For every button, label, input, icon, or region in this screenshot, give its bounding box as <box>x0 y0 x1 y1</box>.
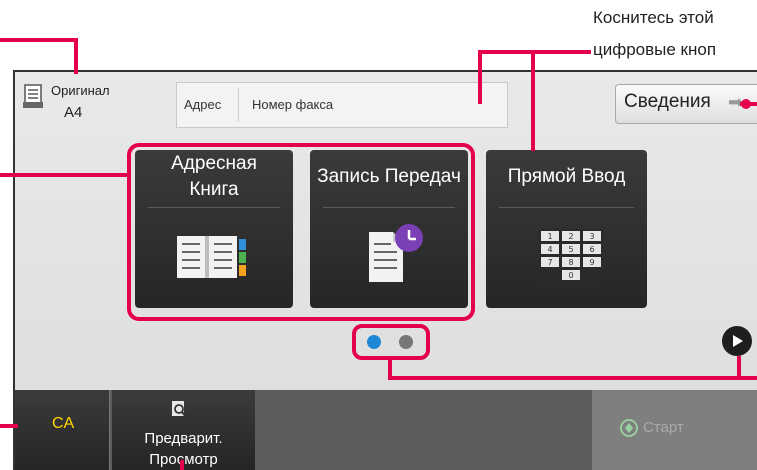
start-button-label: Старт <box>643 419 684 436</box>
address-box[interactable] <box>176 82 508 128</box>
callout-line <box>737 356 741 380</box>
keypad-digit: 1 <box>547 232 552 241</box>
play-arrow-icon <box>733 335 743 347</box>
preview-label-line-1: Предварит. <box>144 430 223 447</box>
callout-text-line-2: цифровые кноп <box>593 40 717 59</box>
original-size-value[interactable]: A4 <box>64 104 82 121</box>
keypad-digit: 0 <box>568 271 573 280</box>
preview-magnifier-icon <box>172 401 187 418</box>
keypad-digit: 2 <box>568 232 573 241</box>
keypad-digit: 3 <box>589 232 594 241</box>
keypad-digit: 9 <box>589 258 594 267</box>
details-button-label: Сведения <box>624 91 711 112</box>
callout-line <box>74 38 78 74</box>
callout-line <box>180 460 184 470</box>
ca-button-label: CA <box>52 415 75 432</box>
page-dot-active[interactable] <box>367 335 381 349</box>
page-dot-inactive[interactable] <box>399 335 413 349</box>
callout-line <box>0 424 18 428</box>
keypad-digit: 6 <box>589 245 594 254</box>
callout-line <box>531 50 535 151</box>
start-icon <box>620 419 638 437</box>
original-label: Оригинал <box>51 83 110 98</box>
direct-entry-title: Прямой Ввод <box>507 166 626 187</box>
address-label: Адрес <box>184 97 222 112</box>
callout-line <box>478 50 482 104</box>
keypad-digit: 7 <box>547 258 552 267</box>
callout-endpoint <box>741 99 751 109</box>
fax-number-field[interactable]: Номер факса <box>252 97 333 112</box>
page-indicator-highlight <box>352 324 430 360</box>
keypad-icon: 1 2 3 4 5 6 7 8 9 0 <box>539 229 603 283</box>
callout-line <box>388 376 757 380</box>
keypad-digit: 4 <box>547 245 552 254</box>
shortcut-group-highlight <box>127 143 475 321</box>
keypad-digit: 5 <box>568 245 573 254</box>
callout-line <box>0 38 78 42</box>
callout-text-line-1: Коснитесь этой <box>593 8 714 27</box>
address-divider <box>238 88 239 122</box>
tile-divider <box>499 207 634 208</box>
original-document-icon <box>23 84 43 108</box>
keypad-digit: 8 <box>568 258 573 267</box>
callout-line <box>531 50 591 54</box>
callout-line <box>478 50 535 54</box>
callout-line <box>0 173 128 177</box>
